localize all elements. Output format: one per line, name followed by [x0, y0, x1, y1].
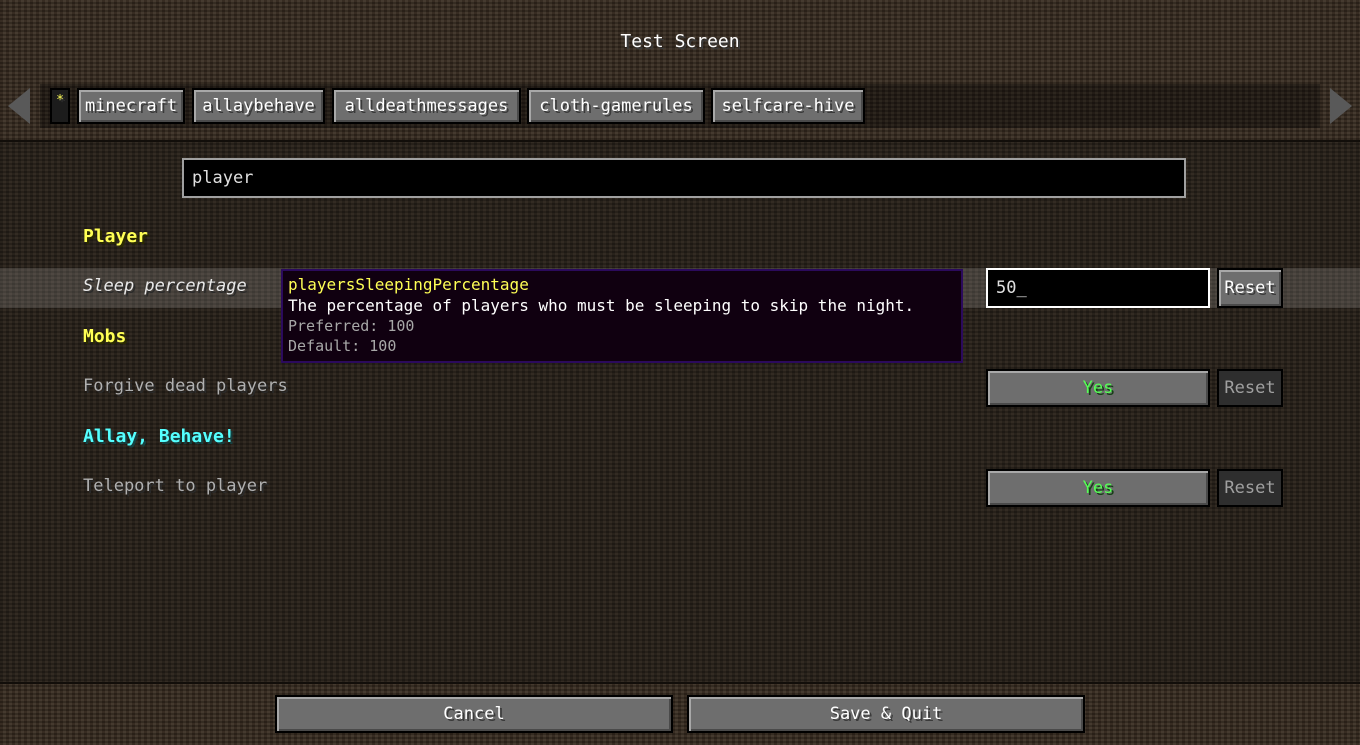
screen-title: Test Screen	[620, 31, 740, 52]
arrow-right-icon[interactable]	[1330, 88, 1352, 124]
cancel-button[interactable]: Cancel	[275, 695, 673, 733]
tooltip-description: The percentage of players who must be sl…	[288, 296, 915, 315]
tab-minecraft[interactable]: minecraft	[77, 88, 185, 124]
tab-selfcare-hive[interactable]: selfcare-hive	[711, 88, 865, 124]
search-input[interactable]: player	[182, 158, 1186, 198]
entry-label-sleep-percentage: Sleep percentage	[83, 276, 247, 296]
category-title-player: Player	[83, 226, 149, 247]
save-quit-button[interactable]: Save & Quit	[687, 695, 1085, 733]
footer-panel	[0, 682, 1360, 745]
category-title-allay-behave: Allay, Behave!	[83, 426, 235, 447]
tab-cloth-gamerules[interactable]: cloth-gamerules	[527, 88, 705, 124]
reset-button-teleport-to-player[interactable]: Reset	[1217, 469, 1283, 507]
tooltip-key: playersSleepingPercentage	[288, 275, 529, 294]
config-screen: Test Screen * minecraft allaybehave alld…	[0, 0, 1360, 745]
entry-tooltip: playersSleepingPercentage The percentage…	[281, 269, 963, 363]
toggle-forgive-dead-players[interactable]: Yes	[986, 369, 1210, 407]
arrow-left-icon[interactable]	[8, 88, 30, 124]
tooltip-preferred: Preferred: 100	[288, 317, 415, 335]
tab-alldeathmessages[interactable]: alldeathmessages	[332, 88, 521, 124]
tab-all[interactable]: *	[50, 88, 70, 124]
entry-label-forgive-dead-players: Forgive dead players	[83, 376, 288, 396]
category-title-mobs: Mobs	[83, 326, 127, 347]
tab-allaybehave[interactable]: allaybehave	[192, 88, 325, 124]
tooltip-default: Default: 100	[288, 337, 397, 355]
reset-button-sleep-percentage[interactable]: Reset	[1217, 268, 1283, 308]
reset-button-forgive-dead-players[interactable]: Reset	[1217, 369, 1283, 407]
toggle-teleport-to-player[interactable]: Yes	[986, 469, 1210, 507]
sleep-percentage-input[interactable]: 50_	[986, 268, 1210, 308]
entry-label-teleport-to-player: Teleport to player	[83, 476, 268, 496]
